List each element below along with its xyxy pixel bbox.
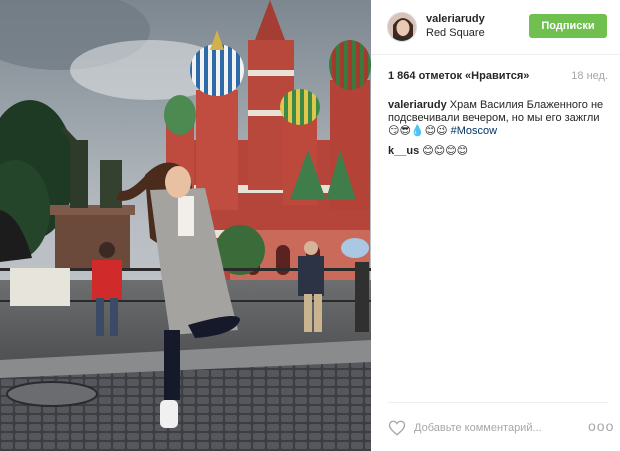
post-footer: ooo bbox=[388, 402, 613, 451]
more-options-icon[interactable]: ooo bbox=[588, 419, 613, 434]
post-photo[interactable] bbox=[0, 0, 371, 451]
photo-illustration bbox=[0, 0, 371, 451]
likes-row: 1 864 отметок «Нравится» 18 нед. bbox=[388, 70, 608, 86]
post-timestamp[interactable]: 18 нед. bbox=[571, 70, 608, 82]
comment-username[interactable]: k__us bbox=[388, 145, 419, 157]
likes-count[interactable]: 1 864 отметок «Нравится» bbox=[388, 70, 529, 82]
post-side-panel: valeriarudy Red Square Подписки 1 864 от… bbox=[371, 0, 620, 451]
comment-item: k__us 😊😊😊😊 bbox=[388, 145, 610, 158]
add-comment-input[interactable] bbox=[414, 419, 582, 437]
avatar-image bbox=[388, 13, 416, 41]
caption-username[interactable]: valeriarudy bbox=[388, 99, 447, 111]
username-link[interactable]: valeriarudy bbox=[426, 13, 485, 25]
avatar[interactable] bbox=[387, 12, 417, 42]
comment-text: 😊😊😊😊 bbox=[422, 145, 469, 157]
heart-icon[interactable] bbox=[388, 419, 406, 437]
post-caption: valeriarudy Храм Василия Блаженного не п… bbox=[388, 99, 610, 138]
location-link[interactable]: Red Square bbox=[426, 27, 485, 39]
follow-button[interactable]: Подписки bbox=[529, 14, 607, 38]
caption-hashtag[interactable]: #Moscow bbox=[451, 125, 497, 137]
post-header: valeriarudy Red Square Подписки bbox=[371, 0, 620, 55]
